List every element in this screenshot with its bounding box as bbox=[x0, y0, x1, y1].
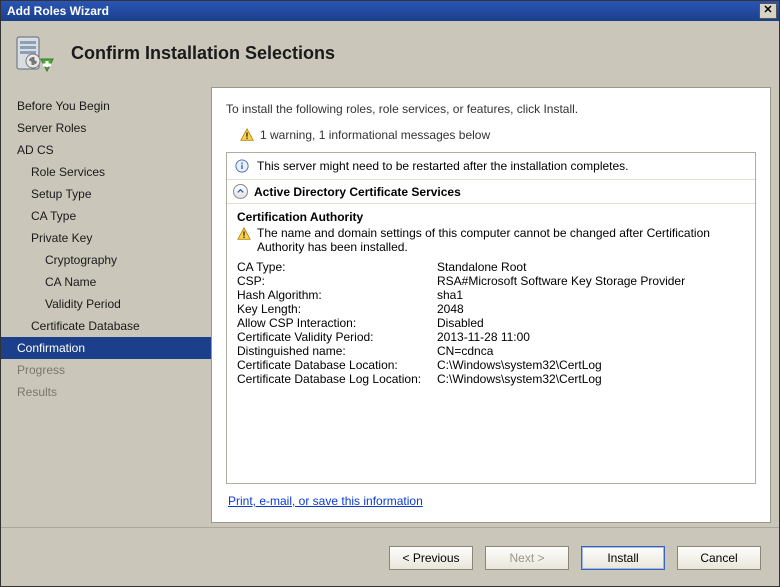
previous-button[interactable]: < Previous bbox=[389, 546, 473, 570]
nav-ad-cs[interactable]: AD CS bbox=[1, 139, 211, 161]
kv-row: Distinguished name:CN=cdnca bbox=[237, 344, 745, 358]
nav-server-roles[interactable]: Server Roles bbox=[1, 117, 211, 139]
nav-validity-period[interactable]: Validity Period bbox=[1, 293, 211, 315]
summary-line: 1 warning, 1 informational messages belo… bbox=[240, 128, 756, 142]
kv-key: Key Length: bbox=[237, 302, 437, 316]
server-role-icon bbox=[13, 31, 57, 75]
nav-ca-type[interactable]: CA Type bbox=[1, 205, 211, 227]
kv-val: C:\Windows\system32\CertLog bbox=[437, 372, 745, 386]
panel-body: Certification Authority The name and dom… bbox=[227, 204, 755, 483]
kv-val: sha1 bbox=[437, 288, 745, 302]
kv-val: Disabled bbox=[437, 316, 745, 330]
summary-text: 1 warning, 1 informational messages belo… bbox=[260, 128, 490, 142]
kv-row: Certificate Database Location:C:\Windows… bbox=[237, 358, 745, 372]
kv-key: Certificate Database Location: bbox=[237, 358, 437, 372]
nav-results: Results bbox=[1, 381, 211, 403]
kv-key: Hash Algorithm: bbox=[237, 288, 437, 302]
kv-row: CSP:RSA#Microsoft Software Key Storage P… bbox=[237, 274, 745, 288]
collapse-toggle[interactable] bbox=[233, 184, 248, 199]
warning-icon bbox=[240, 128, 254, 142]
action-link-row: Print, e-mail, or save this information bbox=[226, 484, 756, 514]
kv-key: Distinguished name: bbox=[237, 344, 437, 358]
close-button[interactable]: ✕ bbox=[759, 3, 777, 19]
window-title: Add Roles Wizard bbox=[7, 4, 109, 18]
next-button: Next > bbox=[485, 546, 569, 570]
nav-certificate-database[interactable]: Certificate Database bbox=[1, 315, 211, 337]
info-row: This server might need to be restarted a… bbox=[227, 153, 755, 180]
nav-confirmation[interactable]: Confirmation bbox=[1, 337, 211, 359]
wizard-window: Add Roles Wizard ✕ Confirm Installation … bbox=[0, 0, 780, 587]
section-title: Active Directory Certificate Services bbox=[254, 185, 461, 199]
kv-row: Allow CSP Interaction:Disabled bbox=[237, 316, 745, 330]
nav-private-key[interactable]: Private Key bbox=[1, 227, 211, 249]
sidebar: Before You Begin Server Roles AD CS Role… bbox=[1, 87, 211, 523]
kv-row: Certificate Validity Period:2013-11-28 1… bbox=[237, 330, 745, 344]
section-header: Active Directory Certificate Services bbox=[227, 180, 755, 204]
cancel-button[interactable]: Cancel bbox=[677, 546, 761, 570]
kv-row: Key Length:2048 bbox=[237, 302, 745, 316]
content-pane: To install the following roles, role ser… bbox=[211, 87, 771, 523]
titlebar: Add Roles Wizard ✕ bbox=[1, 1, 779, 21]
warning-detail-text: The name and domain settings of this com… bbox=[257, 226, 745, 254]
kv-val: 2048 bbox=[437, 302, 745, 316]
info-text: This server might need to be restarted a… bbox=[257, 159, 629, 173]
kv-key: Allow CSP Interaction: bbox=[237, 316, 437, 330]
header: Confirm Installation Selections bbox=[1, 21, 779, 87]
sub-heading: Certification Authority bbox=[237, 210, 745, 224]
intro-text: To install the following roles, role ser… bbox=[226, 102, 756, 116]
kv-row: CA Type:Standalone Root bbox=[237, 260, 745, 274]
kv-key: CSP: bbox=[237, 274, 437, 288]
nav-cryptography[interactable]: Cryptography bbox=[1, 249, 211, 271]
warning-icon bbox=[237, 227, 251, 241]
nav-role-services[interactable]: Role Services bbox=[1, 161, 211, 183]
nav-progress: Progress bbox=[1, 359, 211, 381]
kv-key: Certificate Validity Period: bbox=[237, 330, 437, 344]
nav-before-you-begin[interactable]: Before You Begin bbox=[1, 95, 211, 117]
kv-key: Certificate Database Log Location: bbox=[237, 372, 437, 386]
nav-setup-type[interactable]: Setup Type bbox=[1, 183, 211, 205]
kv-val: CN=cdnca bbox=[437, 344, 745, 358]
info-icon bbox=[235, 159, 249, 173]
chevron-up-icon bbox=[236, 187, 245, 196]
kv-row: Certificate Database Log Location:C:\Win… bbox=[237, 372, 745, 386]
footer: < Previous Next > Install Cancel bbox=[1, 527, 779, 586]
details-panel: This server might need to be restarted a… bbox=[226, 152, 756, 484]
install-button[interactable]: Install bbox=[581, 546, 665, 570]
kv-val: Standalone Root bbox=[437, 260, 745, 274]
nav-ca-name[interactable]: CA Name bbox=[1, 271, 211, 293]
kv-key: CA Type: bbox=[237, 260, 437, 274]
kv-val: C:\Windows\system32\CertLog bbox=[437, 358, 745, 372]
warning-detail-block: The name and domain settings of this com… bbox=[237, 226, 745, 254]
kv-row: Hash Algorithm:sha1 bbox=[237, 288, 745, 302]
kv-val: 2013-11-28 11:00 bbox=[437, 330, 745, 344]
kv-val: RSA#Microsoft Software Key Storage Provi… bbox=[437, 274, 745, 288]
print-email-save-link[interactable]: Print, e-mail, or save this information bbox=[228, 494, 423, 508]
page-title: Confirm Installation Selections bbox=[71, 43, 335, 64]
